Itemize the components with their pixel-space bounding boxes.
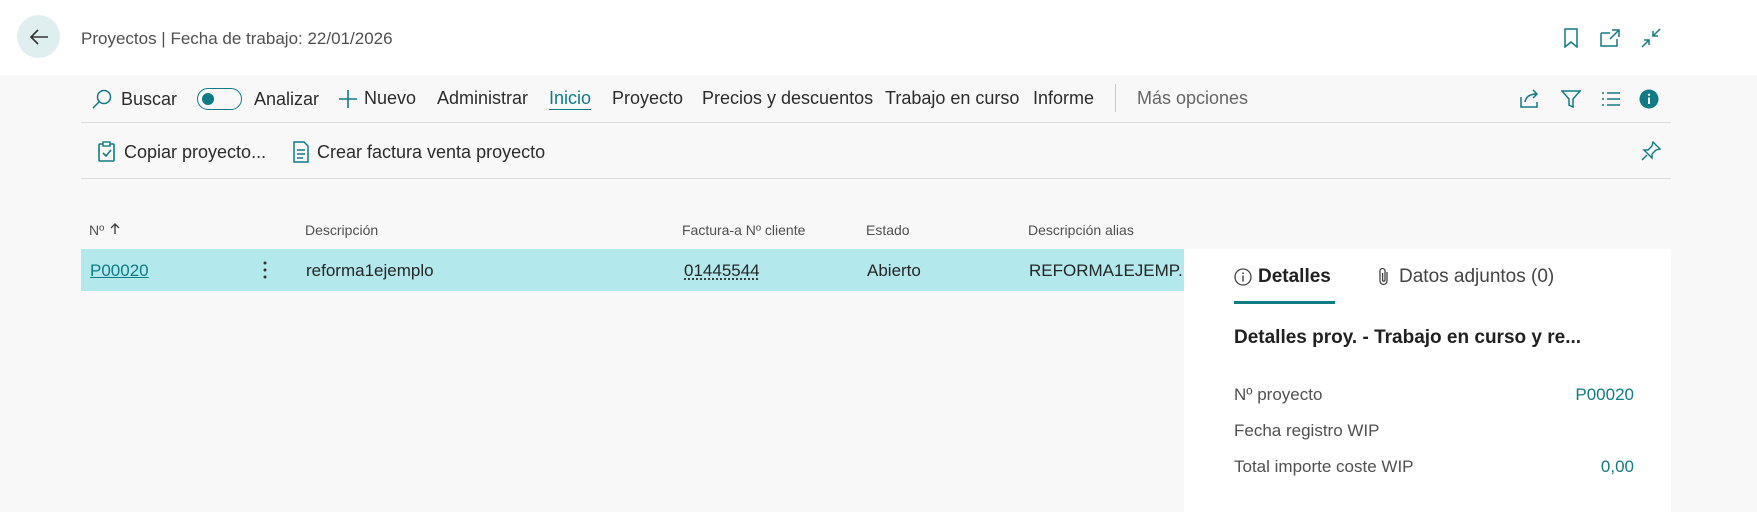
column-header-label: Nº (89, 222, 105, 238)
column-header-customer[interactable]: Factura-a Nº cliente (682, 222, 805, 238)
document-icon (293, 141, 309, 163)
analyze-toggle[interactable]: Analizar (197, 88, 319, 110)
tab-details-label: Detalles (1258, 266, 1331, 287)
customer-no-cell[interactable]: 01445544 (684, 261, 760, 281)
table-row[interactable]: P00020 reforma1ejemplo 01445544 Abierto … (81, 249, 1192, 291)
copy-project-button[interactable]: Copiar proyecto... (97, 141, 266, 163)
column-header-no[interactable]: Nº (89, 222, 120, 238)
factbox-pane: Detalles Datos adjuntos (0) Detalles pro… (1184, 249, 1671, 512)
copy-project-label: Copiar proyecto... (124, 141, 267, 162)
promoted-actions-bar: Copiar proyecto... Crear factura venta p… (81, 124, 1671, 179)
wip-posting-date-label: Fecha registro WIP (1234, 421, 1380, 440)
column-header-description[interactable]: Descripción (305, 222, 378, 238)
open-new-window-icon (1600, 29, 1620, 47)
info-outline-icon (1234, 268, 1252, 286)
back-button[interactable] (17, 15, 60, 58)
new-button[interactable]: Nuevo (338, 88, 416, 109)
more-vertical-icon (263, 261, 267, 279)
manage-tab[interactable]: Administrar (437, 88, 528, 109)
collapse-button[interactable] (1639, 26, 1663, 50)
project-no-value[interactable]: P00020 (1575, 385, 1634, 405)
project-tab[interactable]: Proyecto (612, 88, 683, 109)
pin-icon (1641, 141, 1661, 161)
analyze-label: Analizar (254, 88, 320, 109)
description-cell: reforma1ejemplo (306, 261, 434, 280)
factbox-title: Detalles proy. - Trabajo en curso y re..… (1234, 327, 1582, 348)
share-icon (1520, 89, 1539, 108)
page-title: Proyectos | Fecha de trabajo: 22/01/2026 (81, 29, 393, 48)
total-wip-cost-value[interactable]: 0,00 (1601, 457, 1634, 477)
open-new-window-button[interactable] (1598, 26, 1622, 50)
report-tab[interactable]: Informe (1033, 88, 1094, 109)
filter-icon (1561, 90, 1581, 109)
toggle-switch[interactable] (197, 88, 242, 110)
list-view-icon (1602, 92, 1620, 106)
collapse-icon (1641, 28, 1661, 48)
bookmark-button[interactable] (1559, 26, 1583, 50)
action-bar: Buscar Analizar Nuevo Administrar Inicio… (81, 76, 1671, 123)
home-tab[interactable]: Inicio (549, 88, 591, 109)
sort-ascending-icon (110, 223, 120, 234)
arrow-left-icon (29, 28, 48, 45)
filter-button[interactable] (1559, 87, 1583, 111)
create-sales-invoice-button[interactable]: Crear factura venta proyecto (292, 141, 545, 163)
copy-clipboard-icon (98, 141, 115, 162)
more-options-button[interactable]: Más opciones (1137, 88, 1248, 109)
pin-action-bar-button[interactable] (1639, 139, 1663, 163)
prices-discounts-tab[interactable]: Precios y descuentos (702, 88, 873, 109)
project-no-label: Nº proyecto (1234, 385, 1323, 404)
tab-attachments[interactable]: Datos adjuntos (0) (1377, 266, 1554, 288)
share-button[interactable] (1518, 87, 1542, 111)
plus-icon (339, 89, 357, 108)
search-icon (92, 89, 112, 109)
list-view-button[interactable] (1599, 87, 1623, 111)
search-button[interactable]: Buscar (91, 88, 177, 110)
new-label: Nuevo (364, 88, 417, 108)
create-sales-invoice-label: Crear factura venta proyecto (317, 141, 546, 162)
column-header-alias[interactable]: Descripción alias (1028, 222, 1134, 238)
work-in-progress-tab[interactable]: Trabajo en curso (885, 88, 1019, 109)
page-header: Proyectos | Fecha de trabajo: 22/01/2026 (0, 0, 1757, 75)
status-cell: Abierto (867, 261, 921, 280)
divider (1115, 84, 1116, 112)
search-label: Buscar (121, 88, 178, 109)
total-wip-cost-label: Total importe coste WIP (1234, 457, 1414, 476)
alias-cell: REFORMA1EJEMP... (1029, 261, 1193, 280)
bookmark-icon (1564, 28, 1578, 48)
info-button[interactable] (1637, 87, 1661, 111)
column-header-status[interactable]: Estado (866, 222, 910, 238)
project-no-link[interactable]: P00020 (90, 261, 149, 281)
row-actions-menu[interactable] (257, 259, 273, 281)
tab-attachments-label: Datos adjuntos (0) (1399, 266, 1555, 287)
info-icon (1639, 89, 1659, 109)
tab-details[interactable]: Detalles (1234, 266, 1331, 288)
active-tab-indicator (1234, 301, 1335, 304)
paperclip-icon (1379, 267, 1388, 286)
